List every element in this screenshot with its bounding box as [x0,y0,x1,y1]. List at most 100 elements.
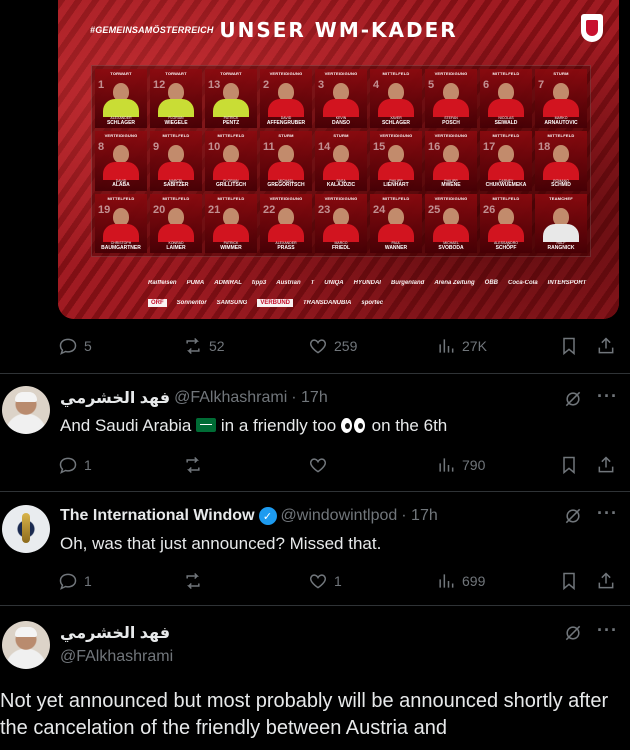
player-photo [278,207,294,226]
verified-badge-icon[interactable]: ✓ [258,507,277,525]
grok-button[interactable] [562,388,584,410]
repost-button[interactable] [183,571,203,591]
player-card: VERTEIDIGUNG 23 MARCO FRIEDL [315,193,367,253]
sponsor-logo: PUMA [186,279,205,286]
more-options-icon[interactable]: ··· [597,386,618,407]
user-handle[interactable]: @FAlkhashrami [60,648,173,666]
user-handle[interactable]: @windowintlpod [281,507,398,525]
share-button[interactable] [595,454,617,476]
sponsor-logo: UNIQA [324,279,344,286]
player-position: VERTEIDIGUNG [104,133,138,139]
player-name: FLORIAN WIEGELE [164,116,188,127]
bookmark-icon [563,456,575,475]
player-jersey [488,223,524,242]
player-name: RALF RANGNICK [547,241,575,251]
player-card: VERTEIDIGUNG 2 DAVID AFFENGRUBER [260,69,312,129]
player-card: MITTELFELD 19 CHRISTOPH BAUMGARTNER [95,193,147,253]
views-button[interactable]: 699 [436,571,485,591]
player-card: MITTELFELD 17 CARNEY CHUKWUEMEKA [480,131,532,191]
repost-count: 52 [209,338,225,354]
player-photo [443,207,459,226]
player-jersey [543,223,579,242]
like-count: 259 [334,338,358,354]
player-card: VERTEIDIGUNG 8 DAVID ALABA [95,131,147,191]
timestamp[interactable]: · 17h [291,389,327,407]
grok-button[interactable] [562,622,584,644]
player-jersey [213,99,249,118]
sponsor-logo: tipp3 [251,279,267,286]
player-card: MITTELFELD 20 KONRAD LAIMER [150,193,202,253]
player-jersey [158,161,194,180]
more-options-icon[interactable]: ··· [597,503,618,524]
bookmark-button[interactable] [558,335,580,357]
player-name: CHRISTOPH BAUMGARTNER [101,241,141,251]
player-name: ROMANO SCHMID [551,178,571,189]
player-photo [168,207,184,226]
repost-button[interactable] [183,455,203,475]
player-number: 4 [373,79,380,91]
player-position: STURM [333,133,349,139]
player-name: MICHAEL GREGORITSCH [267,178,305,189]
media-title: UNSER WM-KADER [219,18,458,42]
player-name: KONRAD LAIMER [166,241,186,251]
display-name[interactable]: The International Window [60,507,255,525]
repost-button[interactable]: 52 [183,336,225,356]
tweet-action-bar: 5 52 259 27K [58,333,618,359]
reply-button[interactable]: 1 [58,571,92,591]
sponsor-logo: sportec [361,299,384,306]
player-name: KEVIN DANSO [331,116,351,127]
like-button[interactable]: 1 [308,571,342,591]
reply-button[interactable]: 5 [58,336,92,356]
player-name: DAVID AFFENGRUBER [266,116,306,127]
player-jersey [543,161,579,180]
bookmark-button[interactable] [558,570,580,592]
display-name[interactable]: فهد الخشرمي [60,623,170,643]
player-card: TORWART 1 ALEXANDER SCHLAGER [95,69,147,129]
user-handle[interactable]: @FAlkhashrami [174,389,287,407]
grok-button[interactable] [562,505,584,527]
like-button[interactable] [308,455,328,475]
player-position: TEAMCHEF [549,195,573,201]
more-options-icon[interactable]: ··· [597,620,618,641]
player-name: ALEXANDER SCHLAGER [106,116,136,127]
player-card: MITTELFELD 4 XAVER SCHLAGER [370,69,422,129]
player-card: STURM 7 MARKO ARNAUTOVIC [535,69,587,129]
tweet-text-part: in a friendly too [220,416,337,435]
timestamp[interactable]: · 17h [401,507,437,525]
player-jersey [378,99,414,118]
avatar[interactable] [2,386,50,434]
avatar[interactable] [2,505,50,553]
analytics-icon [439,458,454,472]
display-name[interactable]: فهد الخشرمي [60,388,170,408]
player-card: VERTEIDIGUNG 16 PHILIPP MWENE [425,131,477,191]
player-card: VERTEIDIGUNG 3 KEVIN DANSO [315,69,367,129]
tweet-media-image[interactable]: #GEMEINSAMÖSTERREICH UNSER WM-KADER TORW… [58,0,619,319]
player-photo [443,83,459,101]
player-position: TORWART [110,71,132,76]
grok-icon [565,625,581,641]
bookmark-button[interactable] [558,454,580,476]
avatar[interactable] [2,621,50,669]
player-number: 11 [263,141,275,154]
player-photo [113,83,129,101]
views-button[interactable]: 27K [436,336,487,356]
bookmark-icon [563,572,575,591]
player-position: MITTELFELD [162,195,190,201]
player-number: 2 [263,79,270,91]
share-button[interactable] [595,335,617,357]
view-count: 790 [462,457,486,473]
views-button[interactable]: 790 [436,455,485,475]
player-position: MITTELFELD [217,195,245,201]
reply-button[interactable]: 1 [58,455,92,475]
player-position: MITTELFELD [107,195,135,201]
bookmark-icon [563,337,575,356]
like-button[interactable]: 259 [308,336,357,356]
tweet-action-bar: 1 1 699 [58,568,618,594]
heart-icon [309,574,327,589]
sponsor-logo: Sonnentor [176,299,207,306]
player-position: MITTELFELD [217,133,245,139]
share-button[interactable] [595,570,617,592]
reply-icon [59,573,77,590]
reply-icon [59,457,77,474]
reply-count: 1 [84,573,92,589]
